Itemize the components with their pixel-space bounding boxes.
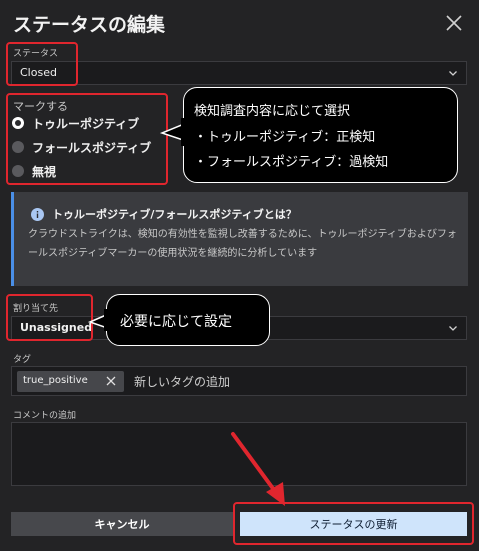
annotation-arrow-icon — [231, 432, 285, 506]
tag-chip[interactable]: true_positive — [17, 371, 124, 392]
info-title: トゥルーポジティブ/フォールスポジティブとは？ — [52, 208, 297, 221]
comment-label: コメントの追加 — [13, 411, 77, 421]
info-body: クラウドストライクは、検知の有効性を監視し改善するために、トゥルーポジティブおよ… — [28, 229, 457, 259]
chevron-down-icon — [449, 326, 457, 331]
callout-line: 検知調査内容に応じて選択 — [194, 104, 351, 119]
new-tag-input[interactable] — [134, 372, 434, 391]
status-highlight-box — [6, 42, 78, 86]
remove-tag-icon[interactable] — [106, 376, 116, 386]
callout-joint — [104, 309, 109, 331]
callout-line: ・トゥルーポジティブ：正検知 — [194, 130, 376, 145]
callout-mark-note: 検知調査内容に応じて選択 ・トゥルーポジティブ：正検知 ・フォールスポジティブ：… — [183, 87, 458, 183]
callout-assign-note: 必要に応じて設定 — [106, 294, 270, 346]
status-select[interactable]: Closed — [11, 61, 467, 85]
tag-text: true_positive — [23, 375, 88, 386]
callout-line: ・フォールスポジティブ：過検知 — [194, 155, 389, 170]
callout-line: 必要に応じて設定 — [120, 314, 232, 330]
assignee-highlight-box — [6, 294, 93, 341]
tags-label: タグ — [13, 355, 32, 365]
chevron-down-icon — [449, 71, 457, 76]
close-icon[interactable] — [444, 13, 464, 33]
tags-field[interactable]: true_positive — [11, 366, 467, 396]
cancel-button[interactable]: キャンセル — [11, 512, 233, 536]
mark-highlight-box — [6, 93, 168, 185]
info-box: トゥルーポジティブ/フォールスポジティブとは？ クラウドストライクは、検知の有効… — [11, 192, 468, 286]
callout-joint — [181, 118, 186, 146]
info-icon — [31, 208, 44, 221]
dialog-title: ステータスの編集 — [13, 14, 166, 36]
